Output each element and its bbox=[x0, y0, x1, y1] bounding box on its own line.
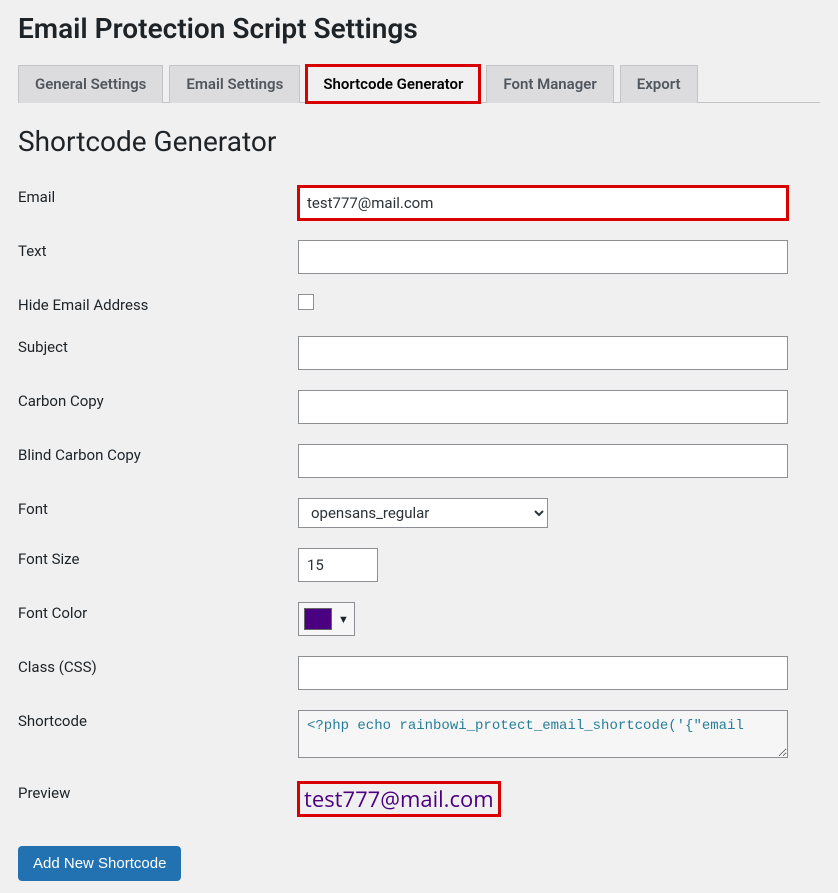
settings-form: Email Text Hide Email Address Subject Ca… bbox=[18, 176, 820, 826]
text-input[interactable] bbox=[298, 240, 788, 274]
hide-email-label: Hide Email Address bbox=[18, 284, 298, 326]
preview-label: Preview bbox=[18, 772, 298, 826]
font-select[interactable]: opensans_regular bbox=[298, 498, 548, 528]
tab-email-settings[interactable]: Email Settings bbox=[169, 65, 300, 103]
email-label: Email bbox=[18, 176, 298, 230]
hide-email-checkbox[interactable] bbox=[298, 294, 314, 310]
add-new-shortcode-button[interactable]: Add New Shortcode bbox=[18, 846, 181, 881]
cc-label: Carbon Copy bbox=[18, 380, 298, 434]
subject-input[interactable] bbox=[298, 336, 788, 370]
fontsize-label: Font Size bbox=[18, 538, 298, 592]
cc-input[interactable] bbox=[298, 390, 788, 424]
shortcode-output[interactable]: <?php echo rainbowi_protect_email_shortc… bbox=[298, 710, 788, 758]
nav-tabs: General Settings Email Settings Shortcod… bbox=[18, 59, 820, 103]
email-input[interactable] bbox=[298, 186, 788, 220]
bcc-label: Blind Carbon Copy bbox=[18, 434, 298, 488]
preview-output: test777@mail.com bbox=[298, 782, 500, 816]
fontsize-input[interactable] bbox=[298, 548, 378, 582]
page-title: Email Protection Script Settings bbox=[18, 12, 820, 45]
fontcolor-picker[interactable]: ▼ bbox=[298, 602, 355, 636]
font-label: Font bbox=[18, 488, 298, 538]
color-swatch bbox=[304, 608, 332, 630]
fontcolor-label: Font Color bbox=[18, 592, 298, 646]
bcc-input[interactable] bbox=[298, 444, 788, 478]
chevron-down-icon: ▼ bbox=[338, 613, 349, 626]
shortcode-label: Shortcode bbox=[18, 700, 298, 772]
section-title: Shortcode Generator bbox=[18, 125, 820, 158]
subject-label: Subject bbox=[18, 326, 298, 380]
tab-shortcode-generator[interactable]: Shortcode Generator bbox=[306, 65, 480, 103]
tab-font-manager[interactable]: Font Manager bbox=[486, 65, 613, 103]
class-label: Class (CSS) bbox=[18, 646, 298, 700]
class-input[interactable] bbox=[298, 656, 788, 690]
tab-general-settings[interactable]: General Settings bbox=[18, 65, 163, 103]
tab-export[interactable]: Export bbox=[620, 65, 698, 103]
text-label: Text bbox=[18, 230, 298, 284]
